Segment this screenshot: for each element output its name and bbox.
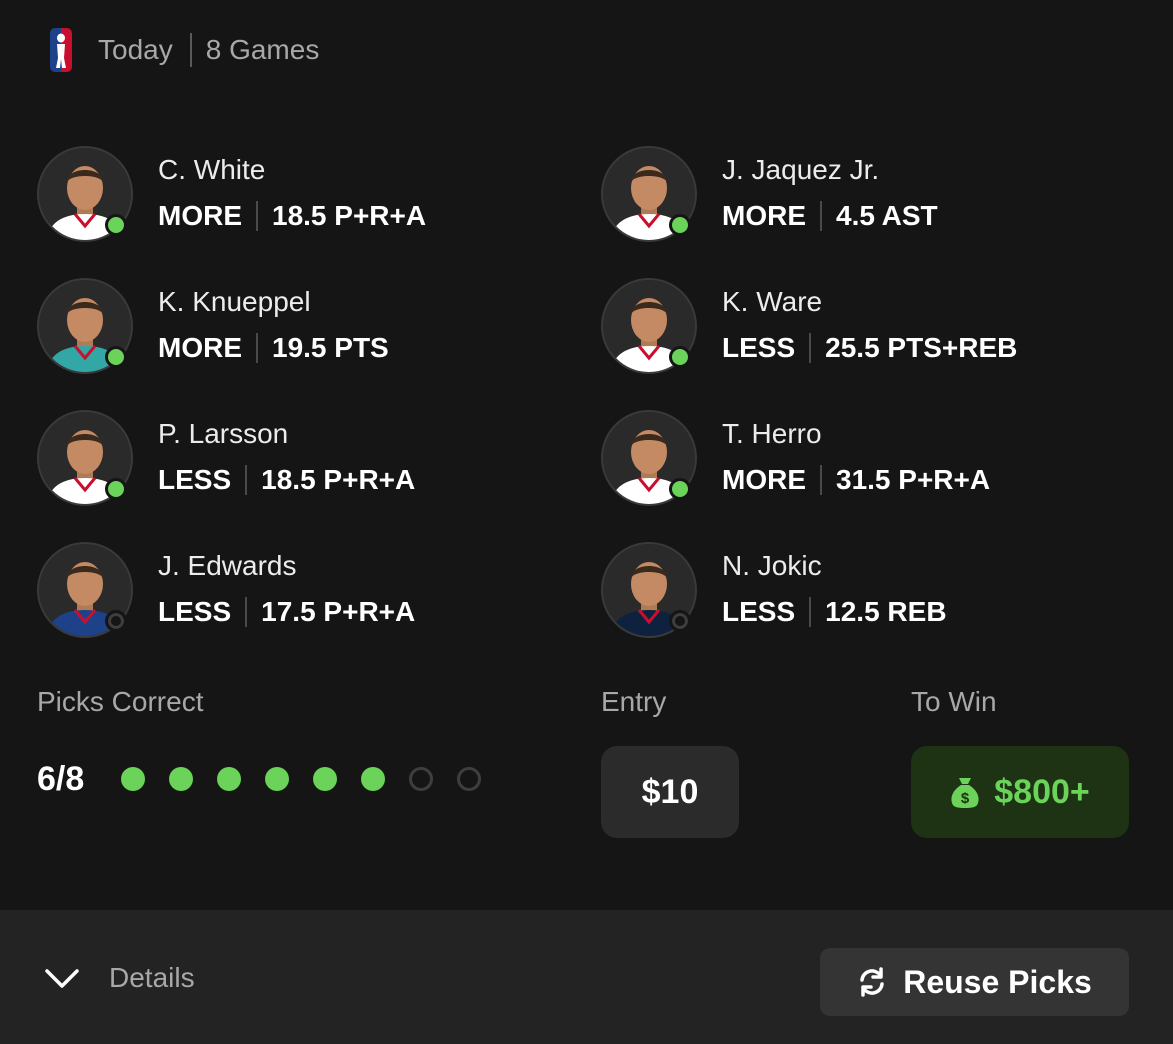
- correct-status-icon: [669, 478, 691, 500]
- progress-dot-correct: [313, 767, 337, 791]
- player-avatar: [37, 278, 133, 374]
- correct-status-icon: [105, 478, 127, 500]
- player-avatar: [37, 410, 133, 506]
- nba-logo-icon: [50, 28, 72, 72]
- entry-value: $10: [641, 772, 699, 811]
- pick-stat-line: 19.5 PTS: [272, 332, 389, 363]
- player-avatar: [601, 410, 697, 506]
- progress-dot-empty: [457, 767, 481, 791]
- correct-status-icon: [105, 346, 127, 368]
- player-name: J. Jaquez Jr.: [722, 154, 880, 185]
- player-name: K. Ware: [722, 286, 823, 317]
- player-name: P. Larsson: [158, 418, 289, 449]
- player-name: J. Edwards: [158, 550, 297, 581]
- pick-divider: [256, 333, 258, 363]
- progress-dot-correct: [361, 767, 385, 791]
- player-avatar: [601, 146, 697, 242]
- pick-direction: MORE: [722, 200, 806, 231]
- correct-status-icon: [105, 214, 127, 236]
- pick-direction: LESS: [722, 596, 796, 627]
- reuse-picks-label: Reuse Picks: [903, 963, 1092, 1000]
- player-name: T. Herro: [722, 418, 822, 449]
- entry-card: Today 8 Games C. White MORE 18.5 P+R+A J. J…: [0, 0, 1173, 1044]
- pick-divider: [809, 597, 812, 627]
- progress-dots: [121, 767, 505, 791]
- pick-stat-line: 12.5 REB: [825, 596, 947, 627]
- pick-item: P. Larsson LESS 18.5 P+R+A: [37, 410, 537, 510]
- pick-line: LESS 18.5 P+R+A: [158, 464, 415, 496]
- player-avatar: [37, 542, 133, 638]
- pick-stat-line: 18.5 P+R+A: [272, 200, 427, 231]
- day-label: Today: [98, 34, 173, 65]
- picks-correct-value: 6/8: [37, 760, 85, 798]
- pick-line: MORE 31.5 P+R+A: [722, 464, 990, 496]
- player-avatar: [37, 146, 133, 242]
- card-header: Today 8 Games: [50, 26, 319, 74]
- entry-label: Entry: [601, 686, 667, 717]
- correct-status-icon: [669, 214, 691, 236]
- header-divider: [189, 33, 192, 67]
- player-avatar: [601, 542, 697, 638]
- pick-line: LESS 17.5 P+R+A: [158, 596, 415, 628]
- pick-stat-line: 25.5 PTS+REB: [825, 332, 1018, 363]
- entry-amount: $10: [601, 746, 739, 838]
- player-avatar: [601, 278, 697, 374]
- refresh-icon: [857, 967, 887, 997]
- pick-item: T. Herro MORE 31.5 P+R+A: [601, 410, 1101, 510]
- pick-direction: LESS: [158, 596, 232, 627]
- pick-stat-line: 18.5 P+R+A: [261, 464, 416, 495]
- to-win-value: $800+: [994, 772, 1090, 811]
- pending-status-icon: [669, 610, 691, 632]
- correct-status-icon: [669, 346, 691, 368]
- pick-item: J. Jaquez Jr. MORE 4.5 AST: [601, 146, 1101, 246]
- progress-dot-correct: [217, 767, 241, 791]
- player-name: C. White: [158, 154, 266, 185]
- pick-direction: LESS: [722, 332, 796, 363]
- games-count: 8 Games: [205, 34, 320, 65]
- pick-item: J. Edwards LESS 17.5 P+R+A: [37, 542, 537, 642]
- progress-dot-correct: [121, 767, 145, 791]
- pick-item: K. Knueppel MORE 19.5 PTS: [37, 278, 537, 378]
- details-toggle[interactable]: Details: [44, 960, 195, 996]
- pick-divider: [245, 597, 248, 627]
- details-label: Details: [109, 962, 195, 993]
- pick-item: N. Jokic LESS 12.5 REB: [601, 542, 1101, 642]
- pick-stat-line: 17.5 P+R+A: [261, 596, 416, 627]
- pick-line: MORE 18.5 P+R+A: [158, 200, 426, 232]
- pick-line: LESS 25.5 PTS+REB: [722, 332, 1017, 364]
- progress-dot-correct: [265, 767, 289, 791]
- reuse-picks-button[interactable]: Reuse Picks: [820, 948, 1129, 1016]
- pick-line: LESS 12.5 REB: [722, 596, 947, 628]
- pick-line: MORE 19.5 PTS: [158, 332, 389, 364]
- svg-text:$: $: [961, 790, 970, 807]
- pending-status-icon: [105, 610, 127, 632]
- pick-divider: [245, 465, 248, 495]
- pick-line: MORE 4.5 AST: [722, 200, 938, 232]
- pick-stat-line: 31.5 P+R+A: [836, 464, 991, 495]
- chevron-down-icon: [45, 969, 79, 988]
- pick-divider: [256, 201, 258, 231]
- pick-stat-line: 4.5 AST: [836, 200, 938, 231]
- progress-dot-correct: [169, 767, 193, 791]
- pick-direction: LESS: [158, 464, 232, 495]
- player-name: K. Knueppel: [158, 286, 311, 317]
- pick-direction: MORE: [158, 200, 242, 231]
- picks-correct-label: Picks Correct: [37, 686, 204, 717]
- pick-direction: MORE: [158, 332, 242, 363]
- pick-direction: MORE: [722, 464, 806, 495]
- card-footer: Details Reuse Picks: [0, 910, 1173, 1044]
- pick-divider: [820, 465, 822, 495]
- pick-divider: [820, 201, 822, 231]
- to-win-label: To Win: [911, 686, 997, 717]
- pick-item: C. White MORE 18.5 P+R+A: [37, 146, 537, 246]
- money-bag-icon: $: [950, 775, 980, 809]
- pick-divider: [809, 333, 812, 363]
- to-win-amount: $ $800+: [911, 746, 1129, 838]
- pick-item: K. Ware LESS 25.5 PTS+REB: [601, 278, 1101, 378]
- player-name: N. Jokic: [722, 550, 822, 581]
- progress-dot-empty: [409, 767, 433, 791]
